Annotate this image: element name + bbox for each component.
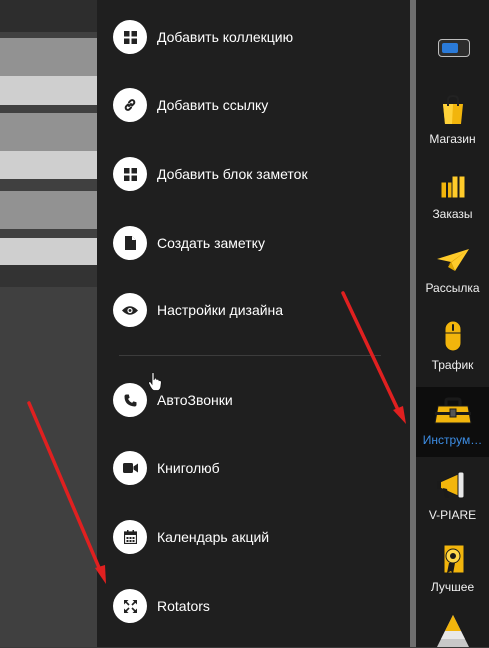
video-camera-icon — [113, 451, 147, 485]
menu-item-add-collection[interactable]: Добавить коллекцию — [97, 12, 410, 62]
phone-icon — [113, 383, 147, 417]
toggle-knob — [442, 43, 458, 53]
expand-arrows-icon — [113, 589, 147, 623]
background-header — [0, 0, 97, 32]
sidebar-item-label: Заказы — [432, 207, 473, 221]
document-icon — [113, 226, 147, 260]
sidebar-item-orders[interactable]: Заказы — [416, 167, 489, 221]
calendar-icon — [113, 520, 147, 554]
link-icon — [113, 88, 147, 122]
display-toggle[interactable] — [438, 39, 470, 57]
sidebar-item-best[interactable]: Лучшее — [416, 540, 489, 594]
tools-menu: Добавить коллекцию Добавить ссылку Добав… — [97, 0, 410, 647]
background-band — [0, 265, 97, 287]
sidebar-item-label: Рассылка — [425, 281, 480, 295]
menu-item-design-settings[interactable]: Настройки дизайна — [97, 285, 410, 335]
menu-item-bookworm[interactable]: Книголюб — [97, 443, 410, 493]
mouse-icon — [416, 318, 489, 354]
menu-item-label: Календарь акций — [157, 529, 270, 545]
sidebar-item-traffic[interactable]: Трафик — [416, 318, 489, 372]
sidebar-item-mailing[interactable]: Рассылка — [416, 241, 489, 295]
award-icon — [416, 540, 489, 576]
toolbox-icon — [416, 393, 489, 429]
background-band — [0, 238, 97, 265]
background-band — [0, 76, 97, 105]
grid-icon — [113, 20, 147, 54]
background-band — [0, 151, 97, 179]
sidebar-item-label: Магазин — [429, 132, 476, 146]
menu-item-label: Настройки дизайна — [157, 302, 284, 318]
menu-item-label: Книголюб — [157, 460, 220, 476]
right-sidebar: Магазин Заказы Рассылка Трафик Инструм… … — [416, 0, 489, 647]
gift-boxes-icon — [416, 167, 489, 203]
sidebar-item-more[interactable] — [416, 612, 489, 648]
menu-item-create-note[interactable]: Создать заметку — [97, 218, 410, 268]
menu-item-promo-calendar[interactable]: Календарь акций — [97, 512, 410, 562]
sidebar-item-label: Лучшее — [430, 580, 475, 594]
sidebar-item-shop[interactable]: Магазин — [416, 92, 489, 146]
eye-icon — [113, 293, 147, 327]
menu-item-autocalls[interactable]: АвтоЗвонки — [97, 375, 410, 425]
background-band — [0, 113, 97, 151]
menu-item-label: Rotators — [157, 598, 210, 614]
sidebar-item-label: Инструм… — [422, 433, 483, 447]
sidebar-item-v-piare[interactable]: V-PIARE — [416, 468, 489, 522]
sidebar-item-label: Трафик — [431, 358, 474, 372]
background-band — [0, 38, 97, 76]
paper-plane-icon — [416, 241, 489, 277]
shopping-bag-icon — [416, 92, 489, 128]
menu-divider — [119, 355, 381, 356]
menu-item-label: АвтоЗвонки — [157, 392, 233, 408]
background-band — [0, 191, 97, 229]
menu-item-label: Добавить коллекцию — [157, 29, 294, 45]
menu-item-label: Добавить блок заметок — [157, 166, 308, 182]
pyramid-icon — [416, 612, 489, 648]
megaphone-icon — [416, 468, 489, 504]
sidebar-item-tools[interactable]: Инструм… — [416, 387, 489, 457]
hand-cursor-icon — [148, 372, 162, 391]
background-page — [0, 0, 97, 647]
menu-item-rotators[interactable]: Rotators — [97, 581, 410, 631]
sidebar-item-label: V-PIARE — [428, 508, 477, 522]
menu-item-add-notes-block[interactable]: Добавить блок заметок — [97, 149, 410, 199]
menu-item-add-link[interactable]: Добавить ссылку — [97, 80, 410, 130]
menu-item-label: Добавить ссылку — [157, 97, 269, 113]
menu-item-label: Создать заметку — [157, 235, 265, 251]
grid-icon — [113, 157, 147, 191]
